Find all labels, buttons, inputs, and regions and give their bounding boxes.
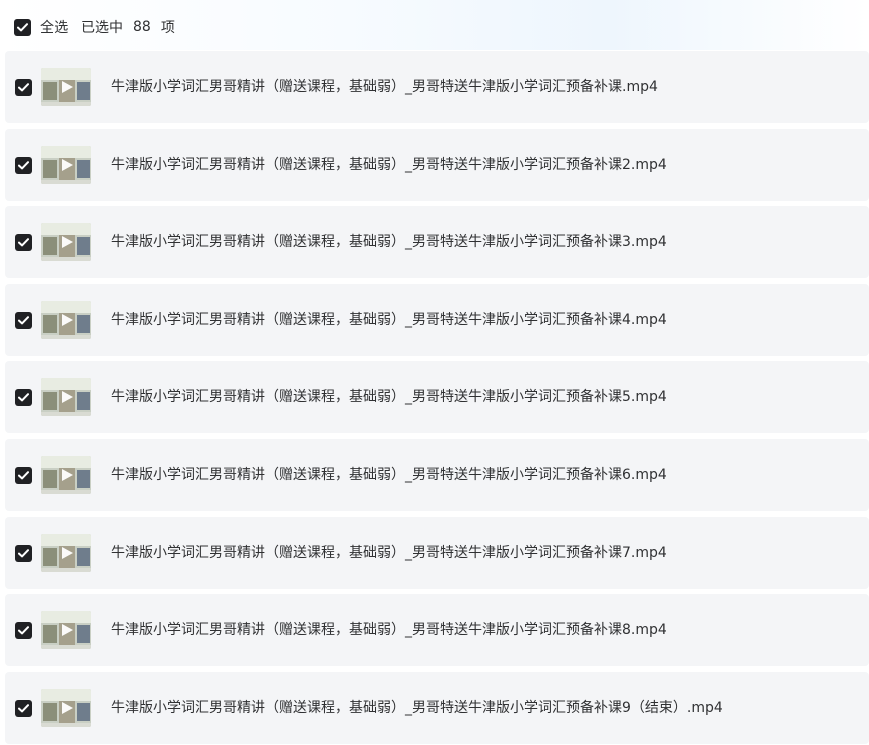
file-name[interactable]: 牛津版小学词汇男哥精讲（赠送课程，基础弱）_男哥特送牛津版小学词汇预备补课9（结… bbox=[111, 698, 723, 718]
video-thumbnail[interactable] bbox=[41, 300, 91, 339]
file-name[interactable]: 牛津版小学词汇男哥精讲（赠送课程，基础弱）_男哥特送牛津版小学词汇预备补课4.m… bbox=[111, 310, 667, 330]
selected-count-info: 已选中 88 项 bbox=[81, 17, 175, 37]
file-row[interactable]: 牛津版小学词汇男哥精讲（赠送课程，基础弱）_男哥特送牛津版小学词汇预备补课3.m… bbox=[5, 206, 869, 279]
file-row[interactable]: 牛津版小学词汇男哥精讲（赠送课程，基础弱）_男哥特送牛津版小学词汇预备补课8.m… bbox=[5, 594, 869, 667]
play-icon bbox=[62, 468, 73, 481]
file-list: 牛津版小学词汇男哥精讲（赠送课程，基础弱）_男哥特送牛津版小学词汇预备补课.mp… bbox=[5, 51, 869, 745]
file-name[interactable]: 牛津版小学词汇男哥精讲（赠送课程，基础弱）_男哥特送牛津版小学词汇预备补课.mp… bbox=[111, 77, 658, 97]
file-row[interactable]: 牛津版小学词汇男哥精讲（赠送课程，基础弱）_男哥特送牛津版小学词汇预备补课9（结… bbox=[5, 671, 869, 744]
play-icon bbox=[62, 701, 73, 714]
selection-header: 全选 已选中 88 项 bbox=[0, 0, 869, 50]
file-name[interactable]: 牛津版小学词汇男哥精讲（赠送课程，基础弱）_男哥特送牛津版小学词汇预备补课2.m… bbox=[111, 155, 667, 175]
file-row[interactable]: 牛津版小学词汇男哥精讲（赠送课程，基础弱）_男哥特送牛津版小学词汇预备补课5.m… bbox=[5, 361, 869, 434]
file-name[interactable]: 牛津版小学词汇男哥精讲（赠送课程，基础弱）_男哥特送牛津版小学词汇预备补课6.m… bbox=[111, 465, 667, 485]
checkbox-checked-icon[interactable] bbox=[15, 156, 32, 174]
file-row[interactable]: 牛津版小学词汇男哥精讲（赠送课程，基础弱）_男哥特送牛津版小学词汇预备补课7.m… bbox=[5, 516, 869, 589]
play-icon bbox=[62, 313, 73, 326]
checkbox-checked-icon[interactable] bbox=[15, 622, 32, 640]
file-name[interactable]: 牛津版小学词汇男哥精讲（赠送课程，基础弱）_男哥特送牛津版小学词汇预备补课8.m… bbox=[111, 620, 667, 640]
checkbox-checked-icon[interactable] bbox=[15, 699, 32, 717]
file-row[interactable]: 牛津版小学词汇男哥精讲（赠送课程，基础弱）_男哥特送牛津版小学词汇预备补课4.m… bbox=[5, 283, 869, 356]
video-thumbnail[interactable] bbox=[41, 378, 91, 417]
checkbox-checked-icon[interactable] bbox=[15, 389, 32, 407]
selected-count: 88 bbox=[133, 19, 151, 35]
file-row[interactable]: 牛津版小学词汇男哥精讲（赠送课程，基础弱）_男哥特送牛津版小学词汇预备补课.mp… bbox=[5, 51, 869, 123]
select-all-checkbox-icon[interactable] bbox=[14, 18, 31, 36]
selected-prefix: 已选中 bbox=[81, 20, 123, 36]
video-thumbnail[interactable] bbox=[41, 688, 91, 727]
video-thumbnail[interactable] bbox=[41, 611, 91, 650]
play-icon bbox=[62, 81, 73, 93]
video-thumbnail[interactable] bbox=[41, 68, 91, 106]
selected-suffix: 项 bbox=[160, 20, 175, 36]
play-icon bbox=[62, 624, 73, 637]
play-icon bbox=[62, 158, 73, 171]
checkbox-checked-icon[interactable] bbox=[15, 79, 32, 96]
video-thumbnail[interactable] bbox=[41, 455, 91, 494]
checkbox-checked-icon[interactable] bbox=[15, 466, 32, 484]
file-row[interactable]: 牛津版小学词汇男哥精讲（赠送课程，基础弱）_男哥特送牛津版小学词汇预备补课2.m… bbox=[5, 128, 869, 201]
file-selection-page: 全选 已选中 88 项 牛津版小学词汇男哥精讲（赠送课程，基础弱）_男哥特送牛津… bbox=[0, 0, 869, 745]
checkbox-checked-icon[interactable] bbox=[15, 544, 32, 562]
video-thumbnail[interactable] bbox=[41, 223, 91, 262]
checkbox-checked-icon[interactable] bbox=[15, 311, 32, 329]
file-name[interactable]: 牛津版小学词汇男哥精讲（赠送课程，基础弱）_男哥特送牛津版小学词汇预备补课7.m… bbox=[111, 543, 667, 563]
select-all-label[interactable]: 全选 bbox=[40, 17, 68, 37]
play-icon bbox=[62, 236, 73, 249]
play-icon bbox=[62, 391, 73, 404]
checkbox-checked-icon[interactable] bbox=[15, 234, 32, 252]
file-name[interactable]: 牛津版小学词汇男哥精讲（赠送课程，基础弱）_男哥特送牛津版小学词汇预备补课5.m… bbox=[111, 387, 667, 407]
file-row[interactable]: 牛津版小学词汇男哥精讲（赠送课程，基础弱）_男哥特送牛津版小学词汇预备补课6.m… bbox=[5, 438, 869, 511]
video-thumbnail[interactable] bbox=[41, 533, 91, 572]
play-icon bbox=[62, 546, 73, 559]
file-name[interactable]: 牛津版小学词汇男哥精讲（赠送课程，基础弱）_男哥特送牛津版小学词汇预备补课3.m… bbox=[111, 232, 667, 252]
video-thumbnail[interactable] bbox=[41, 145, 91, 184]
select-all-control[interactable]: 全选 bbox=[14, 17, 68, 37]
